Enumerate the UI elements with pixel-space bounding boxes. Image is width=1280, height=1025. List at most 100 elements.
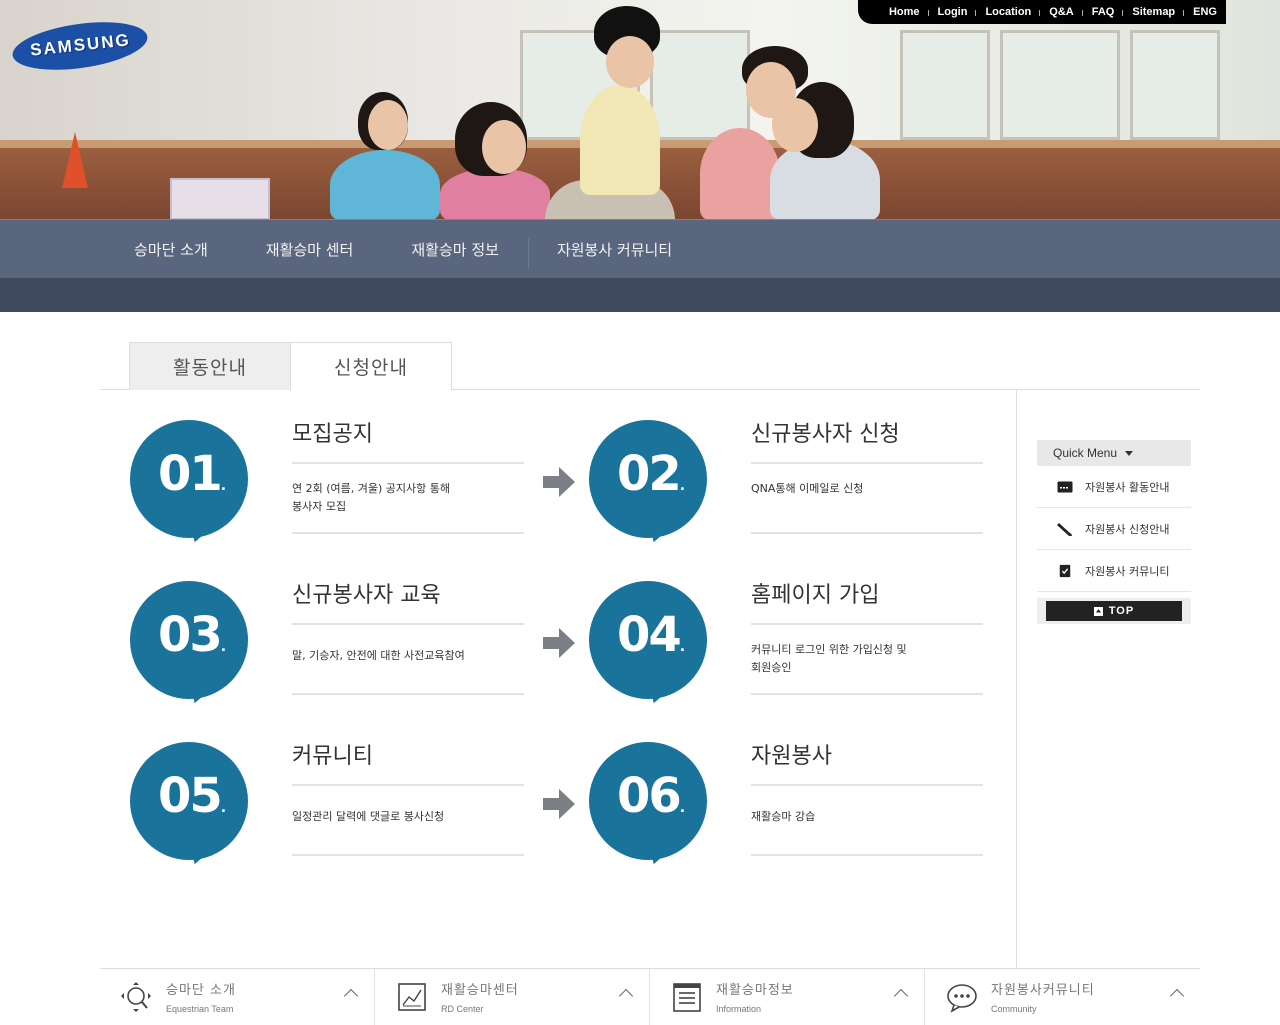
scroll-top-label: TOP	[1108, 605, 1135, 617]
chevron-up-icon[interactable]	[343, 988, 359, 1004]
divider	[751, 854, 983, 856]
step-title: 신규봉사자 신청	[751, 422, 900, 447]
search-compass-icon	[121, 982, 151, 1012]
divider	[292, 784, 524, 786]
quick-menu-label: 자원봉사 활동안내	[1085, 480, 1170, 494]
content-tabs: 활동안내 신청안내	[100, 342, 1200, 391]
main-nav-item-volunteer[interactable]: 자원봉사 커뮤니티	[527, 220, 701, 279]
step-title: 모집공지	[292, 422, 373, 447]
quick-menu-label: 자원봉사 신청안내	[1085, 522, 1170, 536]
arrow-right-icon	[543, 789, 575, 819]
step-desc: 말, 기승자, 안전에 대한 사전교육참여	[292, 649, 465, 662]
hero-person	[330, 150, 440, 220]
step-desc: QNA통해 이메일로 신청	[751, 482, 864, 495]
utility-nav: Home Login Location Q&A FAQ Sitemap ENG	[857, 0, 1226, 24]
util-link-location[interactable]: Location	[975, 6, 1040, 18]
hero-cone	[62, 132, 88, 188]
main-nav-item-team[interactable]: 승마단 소개	[105, 220, 237, 279]
hero-shelf	[170, 178, 270, 220]
footer-link-community[interactable]: 자원봉사커뮤니티 Community	[925, 969, 1200, 1025]
chevron-up-icon[interactable]	[1169, 988, 1185, 1004]
quick-menu-item-activity[interactable]: 자원봉사 활동안내	[1037, 466, 1191, 508]
step-number-badge: 02.	[589, 420, 707, 538]
util-link-home[interactable]: Home	[880, 6, 929, 18]
tab-activity-guide[interactable]: 활동안내	[129, 342, 291, 390]
quick-menu-item-apply[interactable]: 자원봉사 신청안내	[1037, 508, 1191, 550]
steps-content: 01. 모집공지 연 2회 (여름, 겨울) 공지사항 통해 봉사자 모집 02…	[100, 390, 1016, 968]
util-link-qna[interactable]: Q&A	[1039, 6, 1082, 18]
footer-link-subtitle: RD Center	[441, 1004, 484, 1014]
hero-child	[580, 85, 660, 195]
util-link-faq[interactable]: FAQ	[1081, 6, 1124, 18]
hero-window	[1000, 30, 1120, 140]
chat-icon	[947, 984, 977, 1013]
step-title: 커뮤니티	[292, 744, 373, 769]
divider	[292, 623, 524, 625]
quick-menu: Quick Menu 자원봉사 활동안내 자원봉사 신청안내 자원봉사 커뮤니티…	[1037, 440, 1191, 624]
caret-down-icon	[1125, 450, 1134, 456]
sidebar-divider	[1016, 390, 1017, 968]
hero-face	[482, 120, 526, 174]
footer-link-title: 승마단 소개	[166, 983, 236, 998]
divider	[751, 784, 983, 786]
quick-menu-label: 자원봉사 커뮤니티	[1085, 564, 1170, 578]
step-desc: 연 2회 (여름, 겨울) 공지사항 통해 봉사자 모집	[292, 482, 451, 513]
step-title: 홈페이지 가입	[751, 583, 880, 608]
util-link-sitemap[interactable]: Sitemap	[1122, 6, 1184, 18]
step-number-badge: 03.	[130, 581, 248, 699]
step-number: 04	[617, 607, 682, 663]
hero-window	[900, 30, 990, 140]
util-link-login[interactable]: Login	[927, 6, 977, 18]
main-nav-item-center[interactable]: 재활승마 센터	[237, 220, 383, 279]
footer-link-title: 재활승마센터	[441, 983, 519, 998]
step-number: 02	[617, 446, 682, 502]
footer-link-title: 재활승마정보	[716, 983, 794, 998]
step-01: 01. 모집공지 연 2회 (여름, 겨울) 공지사항 통해 봉사자 모집	[130, 420, 590, 560]
hero-face	[606, 36, 654, 88]
arrow-right-icon	[543, 467, 575, 497]
step-03: 03. 신규봉사자 교육 말, 기승자, 안전에 대한 사전교육참여	[130, 581, 590, 721]
tab-application-guide[interactable]: 신청안내	[290, 342, 452, 391]
footer-link-info[interactable]: 재활승마정보 Information	[650, 969, 925, 1025]
footer-quick-links: 승마단 소개 Equestrian Team 재활승마센터 RD Center …	[100, 968, 1200, 1025]
footer-link-title: 자원봉사커뮤니티	[991, 983, 1095, 998]
hero-person	[700, 128, 780, 220]
list-icon	[673, 983, 701, 1012]
quick-menu-item-community[interactable]: 자원봉사 커뮤니티	[1037, 550, 1191, 592]
quick-menu-top-area: TOP	[1037, 598, 1191, 624]
hero-window	[650, 30, 750, 140]
chart-icon	[398, 983, 426, 1011]
chevron-up-icon[interactable]	[893, 988, 909, 1004]
divider	[751, 462, 983, 464]
scroll-top-button[interactable]: TOP	[1046, 601, 1182, 621]
main-nav: 승마단 소개 재활승마 센터 재활승마 정보 자원봉사 커뮤니티	[0, 219, 1280, 278]
step-desc: 재활승마 강습	[751, 810, 816, 823]
footer-link-team[interactable]: 승마단 소개 Equestrian Team	[100, 969, 375, 1025]
step-number: 01	[158, 446, 223, 502]
step-number: 06	[617, 768, 682, 824]
step-04: 04. 홈페이지 가입 커뮤니티 로그인 위한 가입신청 및 회원승인	[589, 581, 1049, 721]
pen-icon	[1057, 522, 1072, 536]
divider	[751, 532, 983, 534]
card-icon	[1057, 481, 1073, 492]
step-05: 05. 커뮤니티 일정관리 달력에 댓글로 봉사신청	[130, 742, 590, 882]
util-link-eng[interactable]: ENG	[1183, 6, 1226, 18]
step-number: 05	[158, 768, 223, 824]
step-title: 신규봉사자 교육	[292, 583, 441, 608]
hero-banner: SAMSUNG Home Login Location Q&A FAQ Site…	[0, 0, 1280, 220]
hero-face	[772, 98, 818, 152]
step-title: 자원봉사	[751, 744, 832, 769]
footer-link-center[interactable]: 재활승마센터 RD Center	[375, 969, 650, 1025]
divider	[292, 693, 524, 695]
quick-menu-header[interactable]: Quick Menu	[1037, 440, 1191, 466]
chevron-up-icon[interactable]	[618, 988, 634, 1004]
footer-link-subtitle: Community	[991, 1004, 1037, 1014]
step-desc: 커뮤니티 로그인 위한 가입신청 및 회원승인	[751, 643, 907, 674]
arrow-up-square-icon	[1093, 606, 1103, 616]
step-number: 03	[158, 607, 223, 663]
step-number-badge: 04.	[589, 581, 707, 699]
sub-nav-bar	[0, 278, 1280, 312]
step-number-badge: 06.	[589, 742, 707, 860]
footer-link-subtitle: Information	[716, 1004, 762, 1014]
main-nav-item-info[interactable]: 재활승마 정보	[382, 220, 528, 279]
